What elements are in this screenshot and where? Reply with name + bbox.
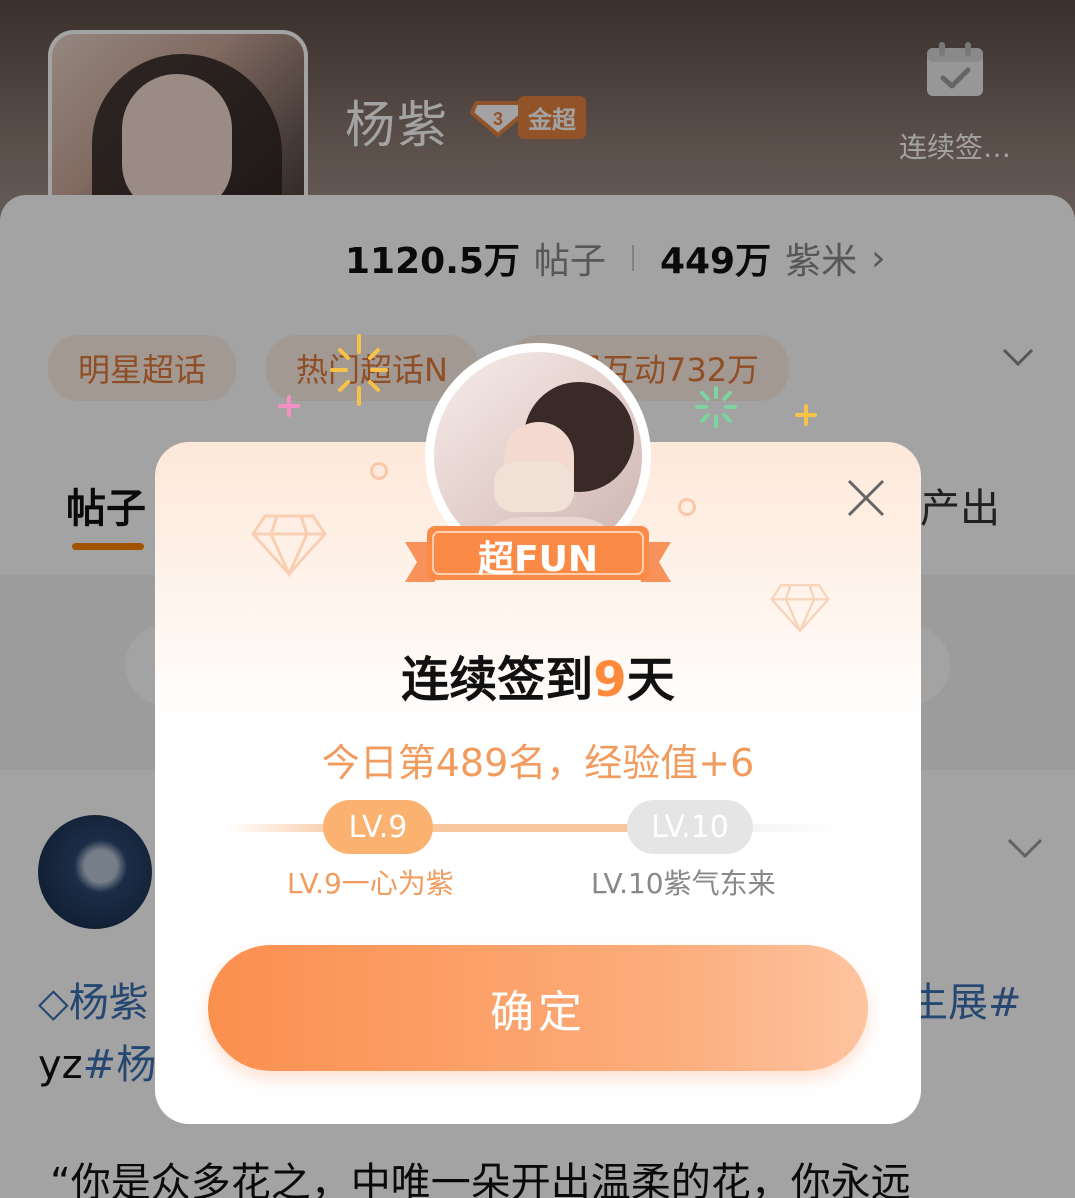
plus-sparkle-icon [795,404,817,426]
plus-sparkle-icon [278,395,300,417]
photo-mask [494,462,574,512]
diamond-decoration-icon [770,583,830,634]
diamond-decoration-icon [251,514,327,578]
confirm-button[interactable]: 确定 [208,945,868,1071]
streak-days: 9 [593,652,627,708]
next-level-name: LV.10紫气东来 [591,867,776,900]
next-level-pill: LV.10 [627,800,753,854]
title-suffix: 天 [626,652,675,708]
close-icon[interactable] [845,477,887,519]
ribbon-label: 超FUN [478,539,598,580]
circle-decoration [678,498,696,516]
circle-decoration [370,462,388,480]
sparkle-burst-icon [330,334,388,406]
current-level-name: LV.9一心为紫 [287,867,454,900]
checkin-streak-title: 连续签到9天 [155,640,921,710]
current-level-pill: LV.9 [323,800,433,854]
sparkle-burst-icon [695,386,737,428]
checkin-rank-exp: 今日第489名，经验值+6 [321,741,755,785]
title-prefix: 连续签到 [401,652,594,708]
